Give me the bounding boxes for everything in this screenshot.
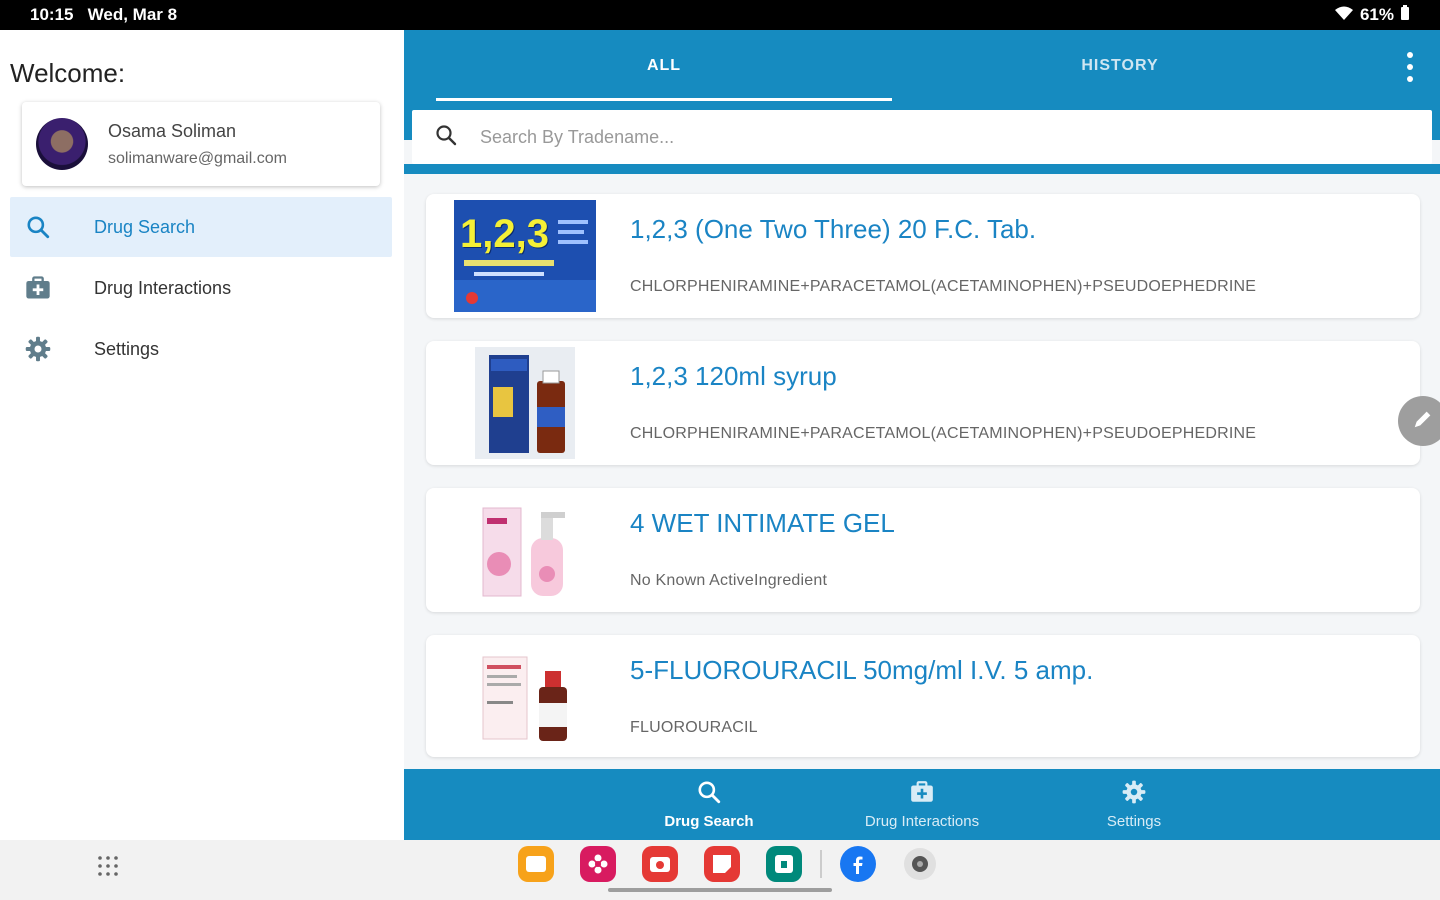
gear-icon [1121, 779, 1147, 809]
drawer-item-settings[interactable]: Settings [10, 319, 392, 379]
more-options-icon[interactable] [1406, 52, 1414, 82]
tab-history[interactable]: HISTORY [892, 30, 1348, 102]
main-content: ALL HISTORY 1,2,3 1,2,3 (One Two Three [404, 30, 1440, 840]
status-date: Wed, Mar 8 [87, 5, 178, 24]
bottom-nav-label: Drug Interactions [864, 813, 980, 830]
user-info: Osama Soliman solimanware@gmail.com [108, 121, 287, 168]
flower-app-icon[interactable] [580, 846, 616, 882]
drug-ingredients: FLUOROURACIL [630, 719, 758, 736]
status-right: 61% [1334, 4, 1410, 26]
drug-name: 1,2,3 120ml syrup [630, 361, 837, 391]
drug-image-ampoule [454, 641, 596, 753]
drawer-item-label: Settings [94, 338, 160, 359]
home-indicator[interactable] [608, 888, 832, 892]
status-time: 10:15 [30, 5, 74, 24]
drug-card[interactable]: 1,2,3 120ml syrup CHLORPHENIRAMINE+PARAC… [426, 341, 1420, 465]
bottom-navigation: Drug Search Drug Interactions Settings [404, 769, 1440, 840]
user-card[interactable]: Osama Soliman solimanware@gmail.com [22, 102, 380, 186]
drug-image-label: 1,2,3 [460, 212, 549, 256]
welcome-heading: Welcome: [10, 58, 126, 88]
search-icon [434, 123, 458, 152]
drug-image-tab: 1,2,3 [454, 200, 596, 312]
folder-app-icon[interactable] [518, 846, 554, 882]
drug-ingredients: CHLORPHENIRAMINE+PARACETAMOL(ACETAMINOPH… [630, 278, 1257, 295]
drug-card[interactable]: 4 WET INTIMATE GEL No Known ActiveIngred… [426, 488, 1420, 612]
search-input[interactable] [480, 126, 1380, 148]
drug-name: 4 WET INTIMATE GEL [630, 508, 895, 538]
camera-lens-app-icon[interactable] [904, 848, 936, 880]
battery-icon [1400, 4, 1410, 26]
battery-level: 61% [1359, 5, 1394, 24]
notes-app-icon[interactable] [704, 846, 740, 882]
camera-app-icon[interactable] [642, 846, 678, 882]
drawer-item-drug-interactions[interactable]: Drug Interactions [10, 258, 392, 318]
search-bar [412, 110, 1432, 164]
drawer-item-label: Drug Interactions [94, 277, 232, 298]
drug-name: 1,2,3 (One Two Three) 20 F.C. Tab. [630, 214, 1037, 244]
edit-floating-button[interactable] [1398, 396, 1440, 446]
drug-name: 5-FLUOROURACIL 50mg/ml I.V. 5 amp. [630, 655, 1094, 685]
drug-ingredients: CHLORPHENIRAMINE+PARACETAMOL(ACETAMINOPH… [630, 425, 1257, 442]
medkit-icon [10, 274, 66, 302]
wifi-icon [1334, 5, 1354, 26]
status-left: 10:15 Wed, Mar 8 [30, 5, 177, 25]
drawer-item-drug-search[interactable]: Drug Search [10, 197, 392, 257]
user-email: solimanware@gmail.com [108, 149, 287, 167]
tab-all[interactable]: ALL [436, 30, 892, 102]
search-icon [10, 214, 66, 240]
gear-icon [10, 335, 66, 363]
avatar [36, 118, 88, 170]
drug-ingredients: No Known ActiveIngredient [630, 572, 828, 589]
drug-image-gel [454, 494, 596, 606]
bottom-nav-label: Drug Search [664, 813, 754, 830]
bottom-nav-drug-interactions[interactable]: Drug Interactions [822, 769, 1022, 840]
drug-card[interactable]: 1,2,3 1,2,3 (One Two Three) 20 F.C. Tab.… [426, 194, 1420, 318]
bottom-nav-label: Settings [1106, 813, 1162, 830]
status-bar: 10:15 Wed, Mar 8 61% [0, 0, 1440, 30]
app-grid-icon[interactable] [96, 854, 120, 883]
search-underband [404, 164, 1440, 174]
taskbar-divider [820, 850, 822, 878]
bottom-nav-drug-search[interactable]: Drug Search [609, 769, 809, 840]
drug-image-syrup [454, 347, 596, 459]
drug-card[interactable]: 5-FLUOROURACIL 50mg/ml I.V. 5 amp. FLUOR… [426, 635, 1420, 757]
facebook-app-icon[interactable] [840, 846, 876, 882]
tab-indicator [436, 98, 892, 101]
user-name: Osama Soliman [108, 120, 237, 141]
calendar-app-icon[interactable] [766, 846, 802, 882]
pencil-icon [1412, 408, 1434, 435]
search-icon [696, 779, 722, 809]
bottom-nav-settings[interactable]: Settings [1034, 769, 1234, 840]
medkit-icon [908, 779, 936, 809]
drawer-item-label: Drug Search [94, 216, 196, 237]
navigation-drawer: Welcome: Osama Soliman solimanware@gmail… [0, 30, 404, 840]
